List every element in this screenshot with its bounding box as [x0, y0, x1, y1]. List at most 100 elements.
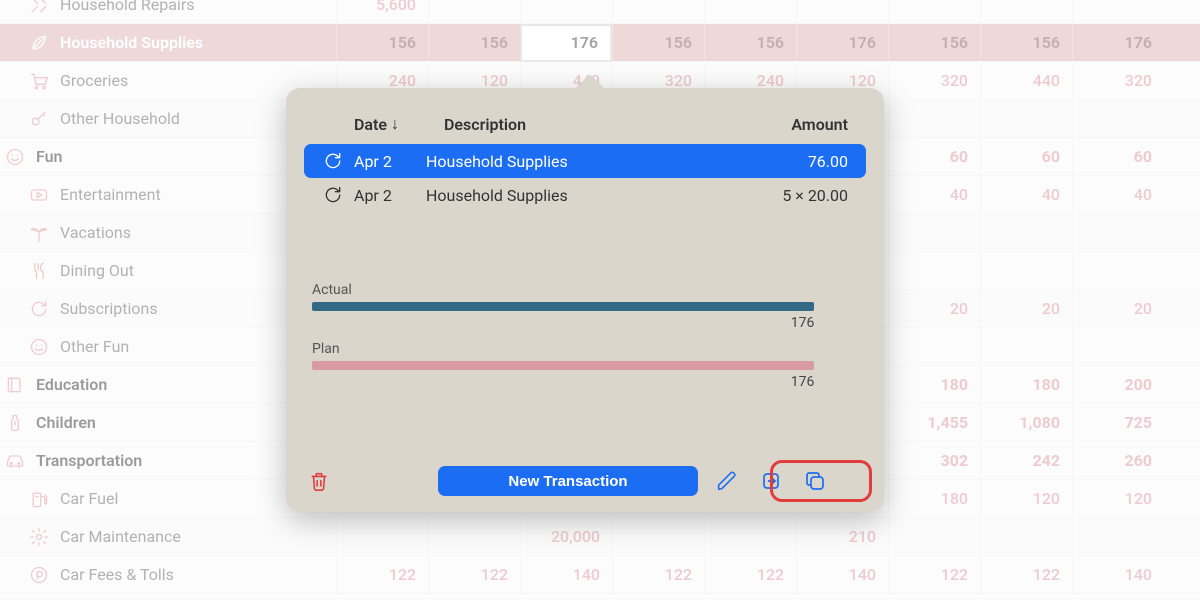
value-cell[interactable]: [428, 0, 520, 24]
value-cell[interactable]: 1,455: [888, 404, 980, 442]
value-cell[interactable]: 20: [980, 290, 1072, 328]
value-cell[interactable]: 302: [888, 442, 980, 480]
value-cell[interactable]: 122: [428, 556, 520, 594]
transaction-row[interactable]: Apr 2 Household Supplies 5 × 20.00: [304, 178, 866, 212]
value-cell[interactable]: [888, 518, 980, 556]
value-cell[interactable]: [980, 100, 1072, 138]
delete-button[interactable]: [304, 466, 334, 496]
value-cell[interactable]: [980, 328, 1072, 366]
value-cell[interactable]: [1072, 100, 1164, 138]
value-cell[interactable]: [704, 518, 796, 556]
value-cell[interactable]: [888, 100, 980, 138]
value-cell[interactable]: 156: [980, 24, 1072, 62]
value-cell[interactable]: [1072, 214, 1164, 252]
value-cell[interactable]: [980, 0, 1072, 24]
value-cell[interactable]: [1072, 518, 1164, 556]
value-cell[interactable]: 200: [1072, 366, 1164, 404]
value-cell[interactable]: 156: [612, 24, 704, 62]
transaction-date: Apr 2: [344, 186, 416, 205]
value-cell[interactable]: 120: [1072, 480, 1164, 518]
value-cell[interactable]: [1072, 252, 1164, 290]
value-cell[interactable]: 122: [612, 556, 704, 594]
header-date[interactable]: Date ↓: [354, 114, 444, 134]
value-cell[interactable]: 140: [1072, 556, 1164, 594]
value-cell[interactable]: [428, 518, 520, 556]
value-cell[interactable]: 122: [980, 556, 1072, 594]
value-cell[interactable]: 242: [980, 442, 1072, 480]
value-cell[interactable]: [888, 328, 980, 366]
value-cell[interactable]: 122: [704, 556, 796, 594]
value-cell[interactable]: 60: [980, 138, 1072, 176]
value-cell[interactable]: 260: [1072, 442, 1164, 480]
key-icon: [28, 108, 50, 130]
car-icon: [4, 450, 26, 472]
category-row[interactable]: Household Repairs5,600: [0, 0, 1200, 24]
value-cell[interactable]: 210: [796, 518, 888, 556]
value-cell[interactable]: 5,600: [336, 0, 428, 24]
value-cell[interactable]: [796, 0, 888, 24]
palm-icon: [28, 222, 50, 244]
value-cell[interactable]: [980, 214, 1072, 252]
value-cell[interactable]: 320: [888, 62, 980, 100]
move-button[interactable]: [756, 466, 786, 496]
value-cell[interactable]: 40: [888, 176, 980, 214]
value-cell[interactable]: 60: [888, 138, 980, 176]
transaction-date: Apr 2: [344, 152, 416, 171]
value-cell[interactable]: 176: [1072, 24, 1164, 62]
value-cell[interactable]: 20,000: [520, 518, 612, 556]
transaction-description: Household Supplies: [416, 186, 728, 205]
value-cell[interactable]: 20: [888, 290, 980, 328]
plan-value: 176: [312, 374, 814, 390]
value-cell[interactable]: [888, 0, 980, 24]
value-cell[interactable]: 60: [1072, 138, 1164, 176]
value-cell[interactable]: [1072, 0, 1164, 24]
header-description[interactable]: Description: [444, 115, 738, 134]
value-cell[interactable]: 1,080: [980, 404, 1072, 442]
value-cell[interactable]: 40: [980, 176, 1072, 214]
category-label: Household Supplies: [50, 33, 336, 52]
value-cell[interactable]: 156: [428, 24, 520, 62]
value-cell[interactable]: 140: [796, 556, 888, 594]
value-cell[interactable]: 156: [336, 24, 428, 62]
value-cell[interactable]: [612, 518, 704, 556]
value-cell[interactable]: [888, 214, 980, 252]
value-cell[interactable]: 320: [1072, 62, 1164, 100]
value-cell[interactable]: 180: [888, 480, 980, 518]
park-icon: [28, 564, 50, 586]
value-cell[interactable]: [520, 0, 612, 24]
value-cell[interactable]: 156: [704, 24, 796, 62]
value-cell[interactable]: 180: [888, 366, 980, 404]
recurring-icon: [322, 151, 344, 171]
category-row[interactable]: Car Fees & Tolls122122140122122140122122…: [0, 556, 1200, 594]
value-cell[interactable]: 176: [796, 24, 888, 62]
value-cell[interactable]: 120: [980, 480, 1072, 518]
category-row[interactable]: Household Supplies1561561761561561761561…: [0, 24, 1200, 62]
value-cell[interactable]: [612, 0, 704, 24]
value-cell[interactable]: [336, 518, 428, 556]
bottle-icon: [4, 412, 26, 434]
value-cell[interactable]: [980, 252, 1072, 290]
value-cell[interactable]: 156: [888, 24, 980, 62]
value-cell[interactable]: 176: [520, 24, 612, 62]
value-cell[interactable]: [888, 252, 980, 290]
value-cell[interactable]: 725: [1072, 404, 1164, 442]
value-cell[interactable]: 122: [888, 556, 980, 594]
value-cell[interactable]: 40: [1072, 176, 1164, 214]
new-transaction-button[interactable]: New Transaction: [438, 466, 698, 496]
actual-label: Actual: [312, 282, 858, 298]
edit-button[interactable]: [712, 466, 742, 496]
transaction-row[interactable]: Apr 2 Household Supplies 76.00: [304, 144, 866, 178]
value-cell[interactable]: 20: [1072, 290, 1164, 328]
value-cell[interactable]: 140: [520, 556, 612, 594]
value-cell[interactable]: 180: [980, 366, 1072, 404]
copy-button[interactable]: [800, 466, 830, 496]
header-amount[interactable]: Amount: [738, 115, 848, 134]
value-cell[interactable]: [704, 0, 796, 24]
category-row[interactable]: Car Maintenance20,000210: [0, 518, 1200, 556]
value-cell[interactable]: [1072, 328, 1164, 366]
category-label: Household Repairs: [50, 0, 336, 14]
value-cell[interactable]: 122: [336, 556, 428, 594]
value-cell[interactable]: [980, 518, 1072, 556]
value-cell[interactable]: 440: [980, 62, 1072, 100]
category-label: Car Fees & Tolls: [50, 565, 336, 584]
